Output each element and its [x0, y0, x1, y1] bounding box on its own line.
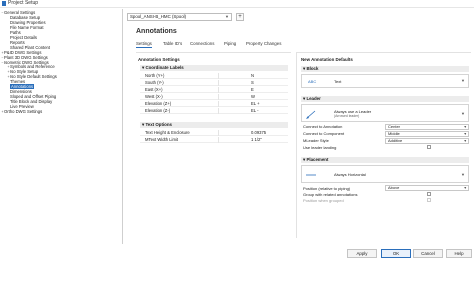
property-value[interactable]: W [218, 94, 288, 100]
connect-component-dropdown[interactable]: Middle ▼ [385, 131, 469, 137]
use-leader-landing-label: Use leader landing [303, 145, 337, 150]
placement-section-header[interactable]: ▾ Placement [301, 157, 469, 163]
position-dropdown[interactable]: Above ▼ [385, 185, 469, 191]
group-related-checkbox[interactable] [427, 192, 431, 196]
tab-piping[interactable]: Piping [224, 41, 236, 47]
block-sample-icon: ABC [308, 79, 317, 84]
app-icon [2, 1, 6, 6]
mleader-style-label: MLeader Style [303, 138, 329, 143]
position-when-grouped-label: Position when grouped [303, 198, 344, 203]
block-section-header[interactable]: ▾ Block [301, 66, 469, 72]
block-section-label: Block [306, 66, 319, 71]
leader-option-sub: (Arrowed leader) [334, 114, 360, 118]
tab-property-changes[interactable]: Property Changes [246, 41, 281, 47]
property-value[interactable]: S [218, 80, 288, 86]
chevron-down-icon: ▼ [461, 172, 465, 177]
coordinate-labels-header[interactable]: ▾ Coordinate Labels [140, 65, 288, 71]
property-name: MText Width Limit [145, 137, 179, 142]
property-value[interactable]: E [218, 87, 288, 93]
group-related-label: Group with related annotations [303, 192, 358, 197]
leader-section-label: Leader [306, 96, 321, 101]
property-name: Elevation (Z+) [145, 101, 172, 106]
property-row[interactable]: North (Y+) N [140, 73, 288, 79]
horizontal-text-icon [306, 174, 316, 176]
property-row[interactable]: Text Height & Enclosure 0.09375 [140, 130, 288, 136]
chevron-down-icon: ▼ [225, 14, 229, 19]
property-value[interactable]: EL - [218, 108, 288, 114]
project-setup-window: Project Setup −General Settings Database … [0, 0, 474, 283]
position-label: Position (relative to piping) [303, 186, 351, 191]
property-value[interactable]: EL + [218, 101, 288, 107]
property-row[interactable]: MText Width Limit 1 1/2" [140, 137, 288, 143]
tab-table-ids[interactable]: Table ID's [163, 41, 182, 47]
block-label: Text [334, 79, 342, 84]
defaults-title: New Annotation Defaults [301, 57, 353, 62]
mleader-style-dropdown[interactable]: Additive ▼ [385, 138, 469, 144]
title-bar: Project Setup [0, 0, 474, 8]
property-name: Text Height & Enclosure [145, 130, 190, 135]
property-value[interactable]: 0.09375 [218, 130, 288, 136]
chevron-down-icon: ▼ [463, 132, 467, 136]
chevron-down-icon: ▼ [461, 111, 465, 116]
apply-button[interactable]: Apply [347, 249, 377, 258]
spec-dropdown[interactable]: Spool_ANSI-B_HMC (Spool) ▼ [127, 13, 232, 21]
settings-tree[interactable]: −General Settings Database Setup Drawing P… [0, 9, 123, 244]
property-row[interactable]: South (Y-) S [140, 80, 288, 86]
property-name: East (X+) [145, 87, 163, 92]
connect-component-label: Connect to Component [303, 131, 345, 136]
property-row[interactable]: East (X+) E [140, 87, 288, 93]
tab-connections[interactable]: Connections [190, 41, 214, 47]
chevron-down-icon: ▼ [461, 78, 465, 83]
tab-settings[interactable]: Settings [136, 41, 152, 48]
window-title: Project Setup [8, 0, 39, 6]
property-row[interactable]: Elevation (Z+) EL + [140, 101, 288, 107]
annotation-settings-grid: Annotation Settings ▾ Coordinate Labels … [136, 52, 291, 238]
property-value[interactable]: N [218, 73, 288, 79]
spec-dropdown-value: Spool_ANSI-B_HMC (Spool) [130, 14, 187, 19]
connect-annotation-value: Center [388, 124, 401, 129]
chevron-down-icon: ▼ [463, 186, 467, 190]
property-name: North (Y+) [145, 73, 165, 78]
coordinate-labels-label: Coordinate Labels [145, 65, 184, 70]
placement-option[interactable]: Always Horizontal ▼ [301, 165, 469, 183]
leader-section-header[interactable]: ▾ Leader [301, 96, 469, 102]
mleader-style-value: Additive [388, 138, 403, 143]
add-spec-button[interactable]: + [236, 13, 244, 21]
cancel-button[interactable]: Cancel [413, 249, 443, 258]
connect-annotation-label: Connect to Annotation [303, 124, 343, 129]
property-name: South (Y-) [145, 80, 164, 85]
text-options-label: Text Options [145, 122, 172, 127]
property-value[interactable]: 1 1/2" [218, 137, 288, 143]
tree-item[interactable]: +Ortho DWG Settings [1, 109, 43, 114]
ok-button[interactable]: OK [381, 249, 411, 258]
placement-option-label: Always Horizontal [334, 172, 366, 177]
new-annotation-defaults-panel: New Annotation Defaults ▾ Block ABC Text… [296, 52, 471, 238]
property-name: Elevation (Z-) [145, 108, 171, 113]
property-name: West (X-) [145, 94, 163, 99]
page-title: Annotations [136, 28, 177, 35]
help-button[interactable]: Help [446, 249, 472, 258]
tree-item-label: Ortho DWG Settings [4, 109, 43, 114]
connect-component-value: Middle [388, 131, 400, 136]
position-when-grouped-checkbox[interactable] [427, 198, 431, 202]
chevron-down-icon: ▼ [463, 139, 467, 143]
annotation-settings-title: Annotation Settings [138, 57, 180, 62]
use-leader-landing-checkbox[interactable] [427, 145, 431, 149]
property-row[interactable]: West (X-) W [140, 94, 288, 100]
property-row[interactable]: Elevation (Z-) EL - [140, 108, 288, 114]
chevron-down-icon: ▼ [463, 125, 467, 129]
leader-arrow-icon [306, 110, 316, 119]
block-option[interactable]: ABC Text ▼ [301, 74, 469, 88]
connect-annotation-dropdown[interactable]: Center ▼ [385, 124, 469, 130]
leader-option[interactable]: Always use a Leader (Arrowed leader) ▼ [301, 104, 469, 122]
position-value: Above [388, 185, 400, 190]
placement-section-label: Placement [306, 157, 329, 162]
text-options-header[interactable]: ▾ Text Options [140, 122, 288, 128]
